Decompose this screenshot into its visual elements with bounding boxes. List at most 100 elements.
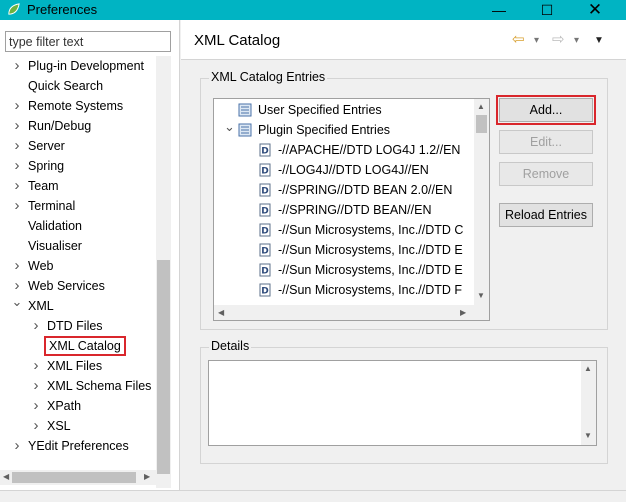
group-label: XML Catalog Entries [209,70,328,84]
tree-item[interactable]: › Team [15,176,59,196]
tree-vertical-scrollbar[interactable] [156,56,171,488]
tree-item[interactable]: › Web [15,256,54,276]
tree-item[interactable]: › XML Files [34,356,103,376]
catalog-entries-tree[interactable]: D -//Sun Microsystems, Inc.//DTD F D -//Sun… [213,98,490,321]
back-dropdown-icon[interactable]: ▾ [534,35,539,46]
reload-entries-button[interactable]: Reload Entries [499,203,593,227]
tree-item[interactable]: › Web Services [15,276,105,296]
entries-vertical-scrollbar[interactable]: ▲ ▼ [474,99,489,305]
remove-button[interactable]: Remove [499,162,593,186]
catalog-entry[interactable]: D -//APACHE//DTD LOG4J 1.2//EN [259,140,460,160]
svg-text:D: D [261,267,268,277]
svg-text:D: D [261,167,268,177]
minimize-button[interactable]: — [476,0,522,20]
tree-item[interactable]: › Plug-in Development [15,56,145,76]
tree-item[interactable]: ⌄ XML [12,294,54,316]
svg-text:D: D [261,187,268,197]
chevron-right-icon[interactable]: › [11,96,23,116]
catalog-entry-label: User Specified Entries [258,103,382,117]
chevron-right-icon[interactable]: › [11,116,23,136]
catalog-entry[interactable]: D -//SPRING//DTD BEAN 2.0//EN [259,180,452,200]
close-button[interactable]: ✕ [572,0,618,20]
view-menu-icon[interactable]: ▼ [594,35,604,46]
catalog-entry[interactable]: User Specified Entries [238,100,382,120]
scroll-down-arrow[interactable]: ▼ [584,431,592,440]
preferences-tree: › Plug-in Development Quick Search › Remote … [0,56,156,476]
dtd-file-icon: D [259,243,271,257]
tree-item[interactable]: Quick Search [28,76,103,96]
tree-item[interactable]: Visualiser [28,236,82,256]
chevron-right-icon[interactable]: › [11,436,23,456]
chevron-right-icon[interactable]: › [30,416,42,436]
catalog-entry[interactable]: D -//Sun Microsystems, Inc.//DTD C [259,220,463,240]
dtd-file-icon: D [259,203,271,217]
scroll-up-arrow[interactable]: ▲ [584,364,592,373]
tree-item-label: Server [28,139,65,153]
tree-item[interactable]: › XPath [34,396,82,416]
group-label: Details [209,339,252,353]
chevron-right-icon[interactable]: › [30,356,42,376]
tree-item[interactable]: › Run/Debug [15,116,92,136]
forward-arrow-icon[interactable]: ⇨ [552,30,565,48]
chevron-right-icon[interactable]: › [30,376,42,396]
tree-item[interactable]: › YEdit Preferences [15,436,129,456]
catalog-entry[interactable]: D -//Sun Microsystems, Inc.//DTD F [259,280,462,300]
preferences-nav-pane: ›Plug-in Development Quick Search ›Remote … [0,20,180,490]
svg-text:D: D [261,227,268,237]
svg-text:D: D [261,207,268,217]
tree-horizontal-scrollbar[interactable]: ◀ ▶ [0,470,156,485]
tree-item[interactable]: › Spring [15,156,65,176]
tree-item-label: XML Files [47,359,103,373]
tree-item-label: Quick Search [28,79,104,93]
chevron-right-icon[interactable]: › [11,156,23,176]
page-title: XML Catalog [194,32,281,49]
chevron-right-icon[interactable]: › [30,396,42,416]
svg-text:D: D [261,287,268,297]
tree-item[interactable]: Validation [28,216,82,236]
chevron-right-icon[interactable]: › [11,56,23,76]
catalog-entry[interactable]: D -//SPRING//DTD BEAN//EN [259,200,432,220]
scroll-right-arrow[interactable]: ▶ [144,472,150,481]
catalog-entry[interactable]: D -//Sun Microsystems, Inc.//DTD E [259,260,463,280]
scrollbar-thumb[interactable] [12,472,136,483]
catalog-entry-label: -//Sun Microsystems, Inc.//DTD E [278,263,463,277]
scrollbar-thumb[interactable] [157,260,170,474]
tree-item-label: Validation [28,219,82,233]
catalog-icon [238,123,252,137]
scroll-up-arrow[interactable]: ▲ [477,102,485,111]
chevron-right-icon[interactable]: › [11,196,23,216]
chevron-right-icon[interactable]: › [11,136,23,156]
chevron-right-icon[interactable]: › [30,316,42,336]
details-text-area[interactable]: ▲ ▼ [208,360,597,446]
edit-button[interactable]: Edit... [499,130,593,154]
filter-input[interactable] [5,31,171,52]
tree-item[interactable]: › DTD Files [34,316,103,336]
tree-item[interactable]: › Server [15,136,65,156]
scroll-left-arrow[interactable]: ◀ [218,308,224,317]
scroll-down-arrow[interactable]: ▼ [477,291,485,300]
tree-item[interactable]: › XML Schema Files [34,376,152,396]
svg-text:D: D [261,247,268,257]
scroll-right-arrow[interactable]: ▶ [460,308,466,317]
back-arrow-icon[interactable]: ⇦ [512,30,525,48]
catalog-entry[interactable]: D -//LOG4J//DTD LOG4J//EN [259,160,429,180]
details-vertical-scrollbar[interactable]: ▲ ▼ [581,361,596,445]
catalog-entry[interactable]: D -//Sun Microsystems, Inc.//DTD E [259,240,463,260]
chevron-down-icon[interactable]: ⌄ [11,292,23,312]
chevron-right-icon[interactable]: › [11,176,23,196]
tree-item[interactable]: › Terminal [15,196,76,216]
maximize-button[interactable]: ☐ [524,0,570,20]
chevron-down-icon[interactable]: ⌄ [224,117,235,137]
tree-item[interactable]: › XSL [34,416,71,436]
tree-item[interactable]: › Remote Systems [15,96,124,116]
scrollbar-thumb[interactable] [476,115,487,133]
add-button[interactable]: Add... [496,95,596,125]
scroll-left-arrow[interactable]: ◀ [3,472,9,481]
forward-dropdown-icon[interactable]: ▾ [574,35,579,46]
chevron-right-icon[interactable]: › [11,256,23,276]
spring-leaf-icon [8,3,20,15]
catalog-entry[interactable]: ⌄ Plugin Specified Entries [224,119,390,140]
entries-horizontal-scrollbar[interactable]: ◀ ▶ [214,305,489,320]
catalog-icon [238,103,252,117]
tree-item[interactable]: XML Catalog [44,336,126,356]
